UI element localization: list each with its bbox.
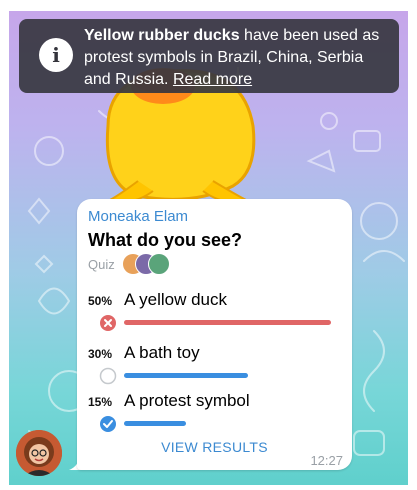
poll-option[interactable]: 50% A yellow duck [77,290,352,340]
sender-name[interactable]: Moneaka Elam [88,208,188,225]
quiz-type-label: Quiz [88,257,115,272]
quiz-question: What do you see? [88,230,243,250]
option-result-bar [124,320,331,325]
option-label: A bath toy [124,343,200,362]
poll-option[interactable]: 15% A protest symbol [77,391,352,441]
option-result-bar [124,421,186,426]
correct-answer-icon [100,416,116,432]
option-label: A protest symbol [124,391,250,410]
avatar-portrait [16,430,62,476]
voter-avatar [148,253,170,275]
read-more-link[interactable]: Read more [173,71,252,88]
unselected-circle-icon [99,367,117,385]
option-label: A yellow duck [124,290,227,309]
option-percent: 30% [88,347,113,361]
wrong-answer-icon [100,315,116,331]
poll-option[interactable]: 30% A bath toy [77,343,352,393]
message-time: 12:27 [310,453,343,468]
sender-avatar[interactable] [16,430,62,476]
info-toast[interactable]: i Yellow rubber ducks have been used as … [19,19,399,93]
recent-voters[interactable] [122,253,182,275]
info-icon: i [39,38,73,72]
quiz-message-bubble: Moneaka Elam What do you see? Quiz 50% A… [77,199,352,470]
option-percent: 15% [88,395,113,409]
option-percent: 50% [88,294,113,308]
option-result-bar [124,373,248,378]
toast-bold-text: Yellow rubber ducks [84,27,240,44]
